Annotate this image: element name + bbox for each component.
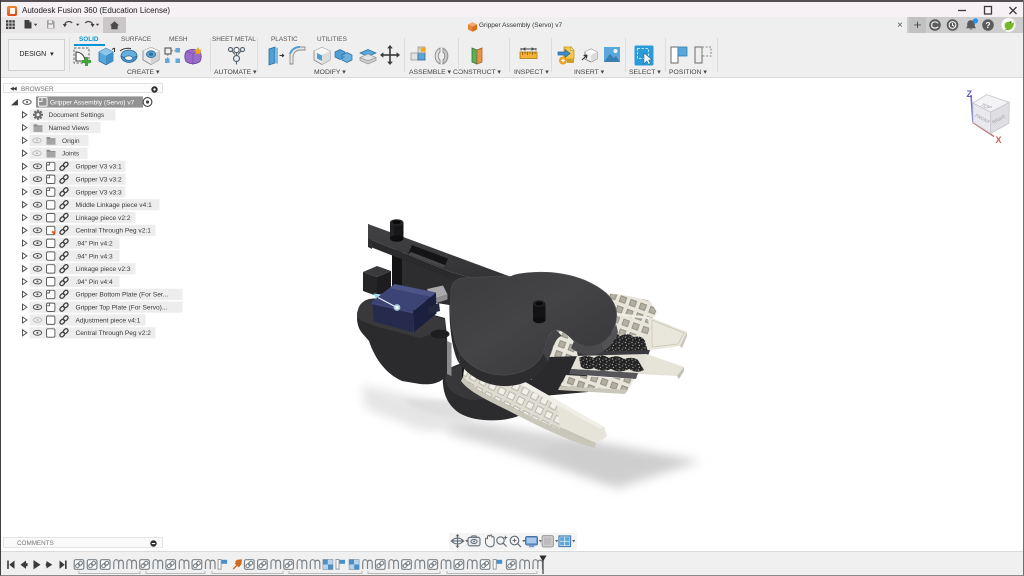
svg-text:?: ?	[985, 20, 990, 30]
